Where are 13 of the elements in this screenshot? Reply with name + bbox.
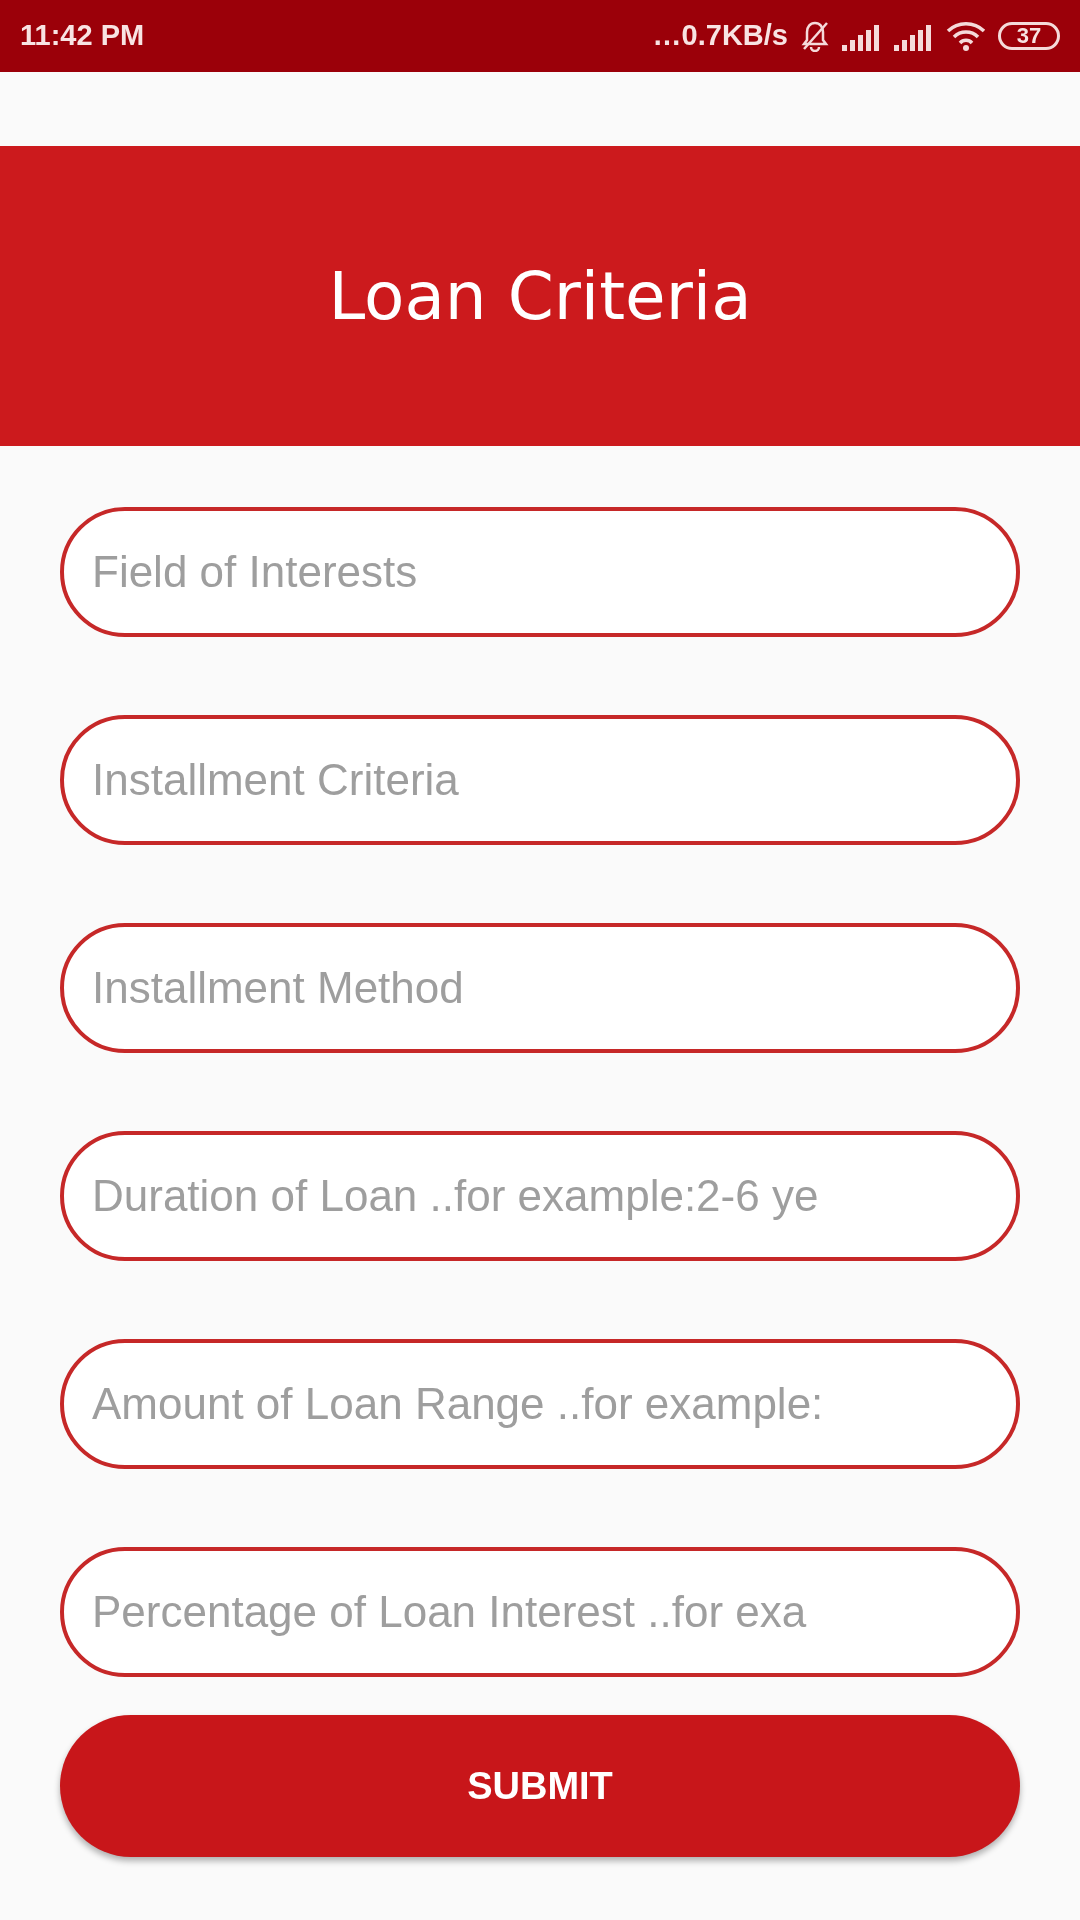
wifi-icon: [946, 21, 986, 51]
input-field[interactable]: Duration of Loan ..for example:2-6 ye: [60, 1131, 1020, 1261]
input-field[interactable]: Amount of Loan Range ..for example:: [60, 1339, 1020, 1469]
input-field[interactable]: Percentage of Loan Interest ..for exa: [60, 1547, 1020, 1677]
status-time: 11:42 PM: [20, 18, 145, 54]
network-speed: …0.7KB/s: [652, 18, 788, 54]
input-field[interactable]: Installment Criteria: [60, 715, 1020, 845]
battery-level: 37: [1016, 25, 1042, 47]
header-title: Loan Criteria: [328, 256, 752, 337]
submit-button[interactable]: SUBMIT: [60, 1715, 1020, 1857]
input-field[interactable]: Installment Method: [60, 923, 1020, 1053]
bell-muted-icon: [800, 20, 830, 52]
input-field[interactable]: Field of Interests: [60, 507, 1020, 637]
